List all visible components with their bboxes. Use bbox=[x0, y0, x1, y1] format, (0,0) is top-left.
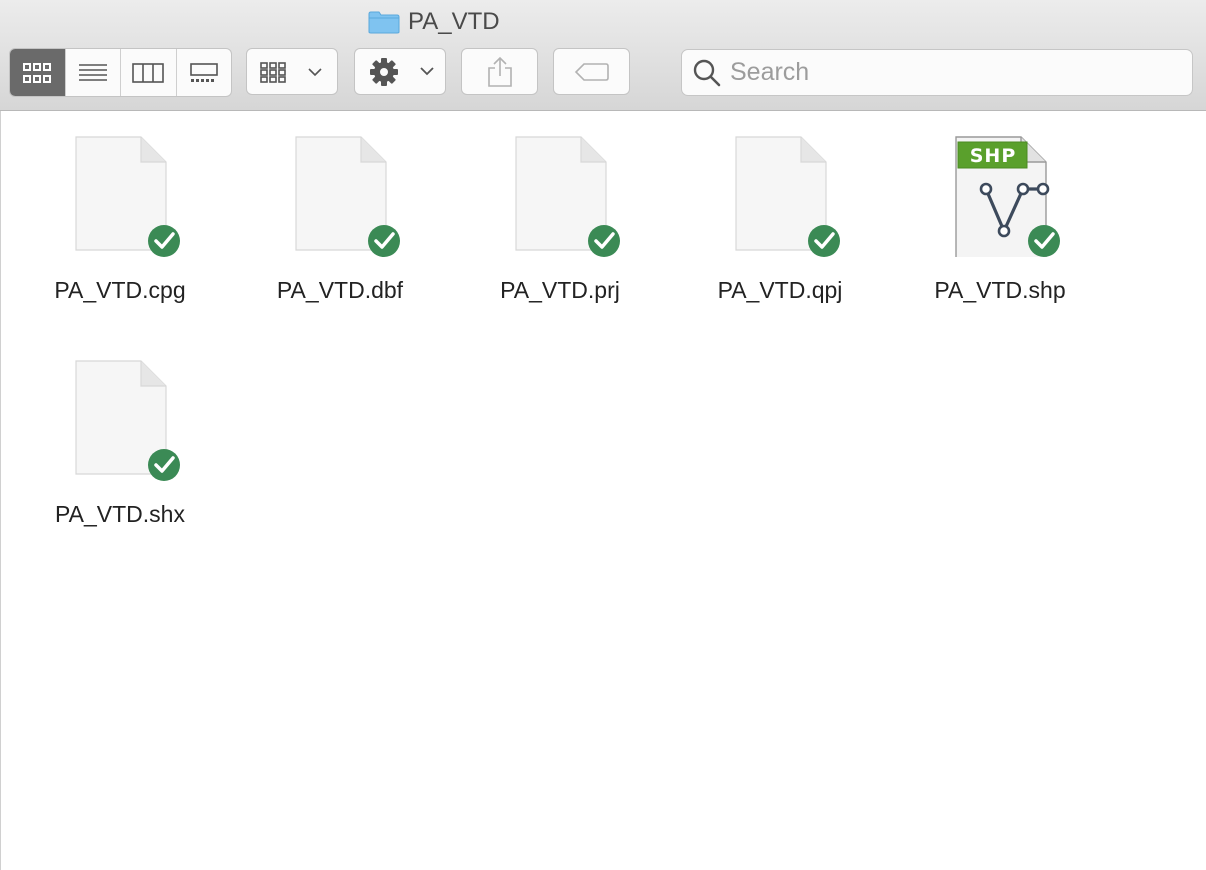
file-item[interactable]: SHP PA_VTD.shp bbox=[910, 117, 1090, 317]
file-item[interactable]: PA_VTD.dbf bbox=[250, 117, 430, 317]
gallery-view-button[interactable] bbox=[177, 49, 232, 96]
share-icon bbox=[487, 56, 512, 87]
file-name: PA_VTD.shp bbox=[934, 277, 1066, 303]
grid-dropdown-icon bbox=[260, 61, 322, 83]
icon-view-icon bbox=[23, 62, 52, 83]
file-name: PA_VTD.prj bbox=[500, 277, 620, 303]
file-item[interactable]: PA_VTD.cpg bbox=[30, 117, 210, 317]
file-item[interactable]: PA_VTD.shx bbox=[30, 341, 210, 541]
document-icon bbox=[59, 351, 181, 481]
file-name: PA_VTD.dbf bbox=[276, 277, 404, 303]
tag-icon bbox=[574, 62, 609, 81]
action-button[interactable] bbox=[354, 48, 446, 95]
list-view-icon bbox=[78, 63, 107, 81]
file-item[interactable]: PA_VTD.qpj bbox=[690, 117, 870, 317]
gear-icon bbox=[370, 57, 434, 86]
list-view-button[interactable] bbox=[66, 49, 121, 96]
file-name: PA_VTD.shx bbox=[55, 501, 185, 527]
search-input[interactable] bbox=[728, 57, 1172, 88]
document-icon bbox=[719, 127, 841, 257]
file-name: PA_VTD.cpg bbox=[54, 277, 186, 303]
search-icon bbox=[693, 59, 721, 86]
toolbar: PA_VTD bbox=[0, 0, 1206, 111]
window-title: PA_VTD bbox=[368, 6, 500, 38]
file-name: PA_VTD.qpj bbox=[717, 277, 843, 303]
tag-button[interactable] bbox=[553, 48, 630, 95]
share-button[interactable] bbox=[461, 48, 538, 95]
icon-view-button[interactable] bbox=[10, 49, 66, 96]
shapefile-icon: SHP bbox=[939, 127, 1061, 259]
folder-icon bbox=[368, 11, 400, 34]
search-field[interactable] bbox=[681, 49, 1193, 96]
view-mode-segmented-control bbox=[9, 48, 232, 97]
column-view-icon bbox=[132, 62, 165, 83]
document-icon bbox=[59, 127, 181, 257]
document-icon bbox=[499, 127, 621, 257]
window-title-text: PA_VTD bbox=[408, 8, 500, 35]
file-grid: PA_VTD.cpg PA_VTD.dbf PA_VTD.prj PA_VTD.… bbox=[0, 111, 1206, 870]
file-item[interactable]: PA_VTD.prj bbox=[470, 117, 650, 317]
shp-badge-label: SHP bbox=[969, 145, 1017, 167]
document-icon bbox=[279, 127, 401, 257]
gallery-view-icon bbox=[189, 62, 218, 82]
group-by-button[interactable] bbox=[246, 48, 338, 95]
column-view-button[interactable] bbox=[121, 49, 177, 96]
